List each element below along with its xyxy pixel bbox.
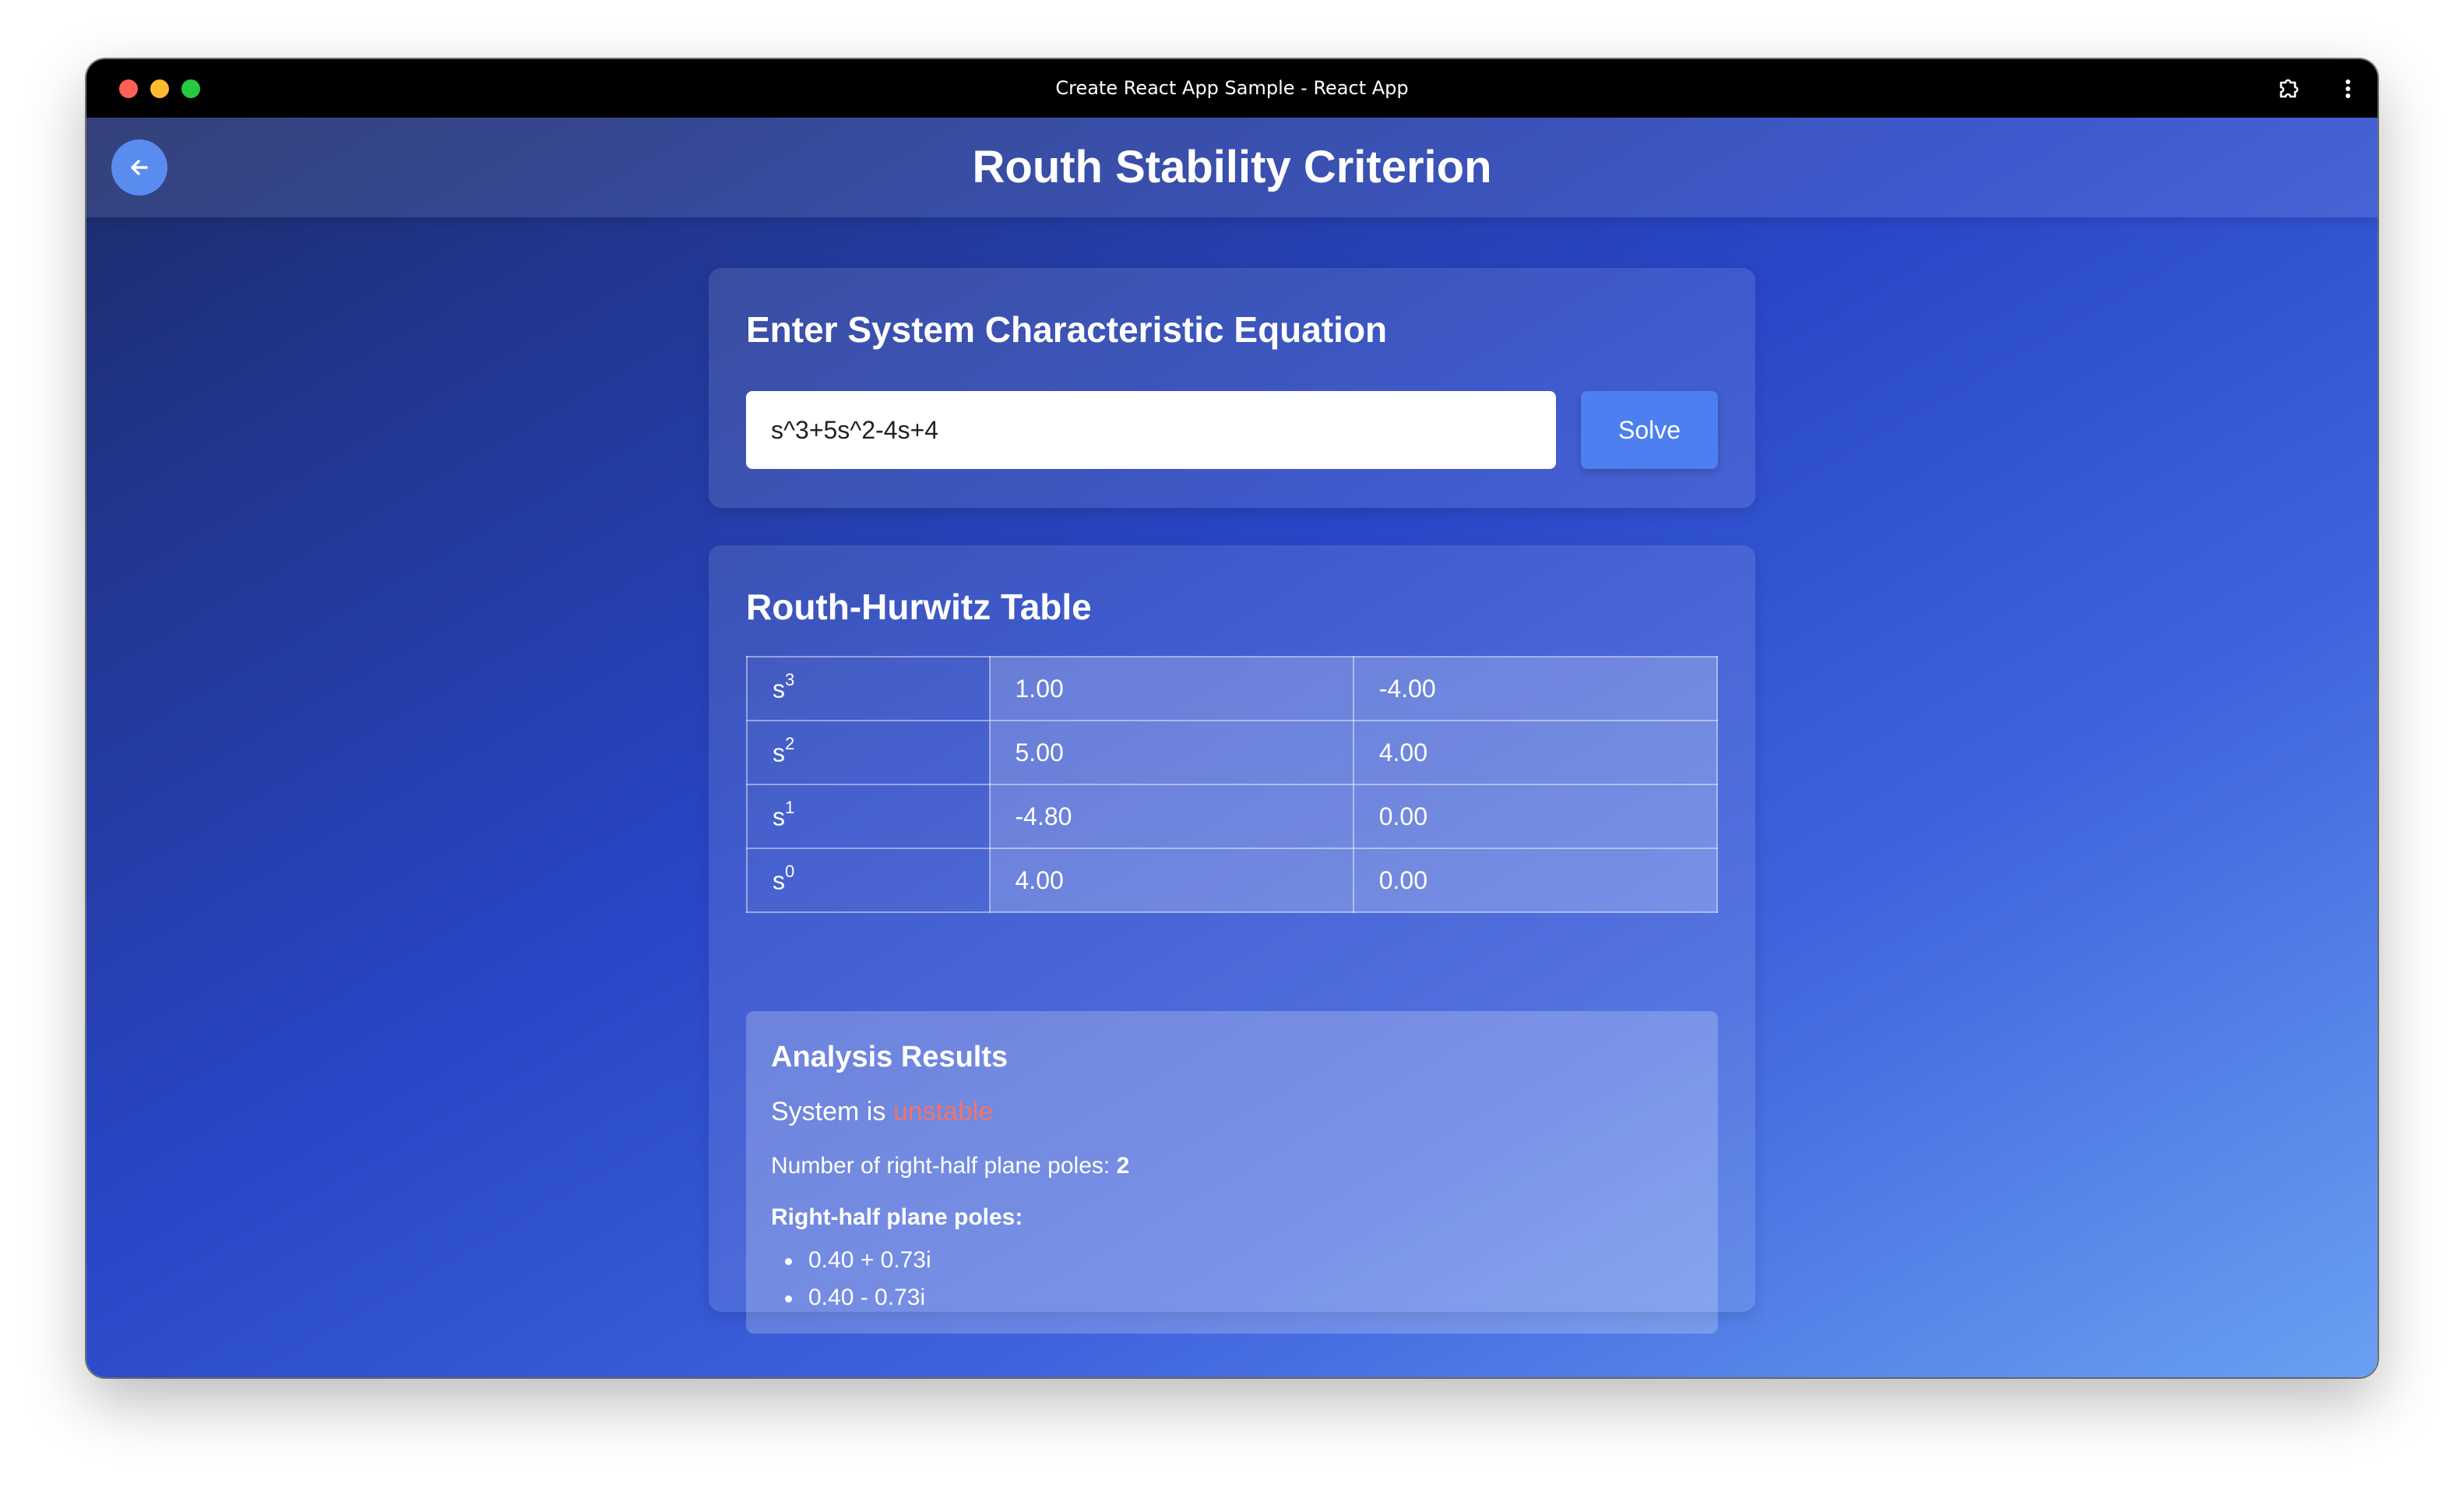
- table-cell: 1.00: [988, 656, 1354, 721]
- solve-button[interactable]: Solve: [1581, 391, 1718, 469]
- routh-table-title: Routh-Hurwitz Table: [746, 587, 1092, 627]
- poles-list: 0.40 + 0.73i 0.40 - 0.73i: [785, 1242, 931, 1317]
- row-power-cell: s3: [746, 656, 991, 721]
- table-cell: -4.80: [988, 784, 1354, 849]
- list-item: 0.40 - 0.73i: [785, 1279, 931, 1317]
- pole-count: Number of right-half plane poles: 2: [771, 1153, 1130, 1179]
- equation-card-title: Enter System Characteristic Equation: [746, 309, 1388, 350]
- analysis-results-title: Analysis Results: [771, 1041, 1008, 1073]
- equation-input[interactable]: [746, 391, 1556, 469]
- more-menu-icon[interactable]: [2342, 75, 2354, 103]
- table-row: s3 1.00 -4.00: [746, 656, 1719, 721]
- table-row: s0 4.00 0.00: [746, 848, 1719, 913]
- list-item: 0.40 + 0.73i: [785, 1242, 931, 1279]
- stability-status: System is unstable: [771, 1097, 994, 1126]
- page-title: Routh Stability Criterion: [972, 142, 1492, 192]
- browser-window: Create React App Sample - React App Rout…: [86, 59, 2378, 1377]
- row-power-cell: s1: [746, 784, 991, 849]
- table-row: s2 5.00 4.00: [746, 720, 1719, 785]
- analysis-results-panel: Analysis Results System is unstable Numb…: [746, 1011, 1718, 1334]
- row-power-cell: s2: [746, 720, 991, 785]
- equation-card: Enter System Characteristic Equation Sol…: [709, 268, 1755, 508]
- table-row: s1 -4.80 0.00: [746, 784, 1719, 849]
- app-header: Routh Stability Criterion: [86, 118, 2378, 217]
- table-cell: 0.00: [1352, 848, 1719, 913]
- title-bar: Create React App Sample - React App: [86, 59, 2378, 118]
- pole-count-value: 2: [1116, 1153, 1130, 1179]
- poles-label: Right-half plane poles:: [771, 1204, 1023, 1230]
- table-cell: 4.00: [988, 848, 1354, 913]
- table-cell: -4.00: [1352, 656, 1719, 721]
- window-title: Create React App Sample - React App: [1055, 77, 1409, 99]
- routh-table-card: Routh-Hurwitz Table s3 1.00 -4.00 s2 5.0…: [709, 545, 1755, 1334]
- status-value: unstable: [892, 1097, 994, 1126]
- table-cell: 5.00: [988, 720, 1354, 785]
- table-cell: 0.00: [1352, 784, 1719, 849]
- table-cell: 4.00: [1352, 720, 1719, 785]
- arrow-left-icon: [131, 160, 148, 175]
- row-power-cell: s0: [746, 848, 991, 913]
- routh-hurwitz-table: s3 1.00 -4.00 s2 5.00 4.00 s1 -4.80 0.00…: [746, 656, 1719, 913]
- back-button[interactable]: [111, 139, 167, 196]
- extensions-icon[interactable]: [2275, 75, 2303, 103]
